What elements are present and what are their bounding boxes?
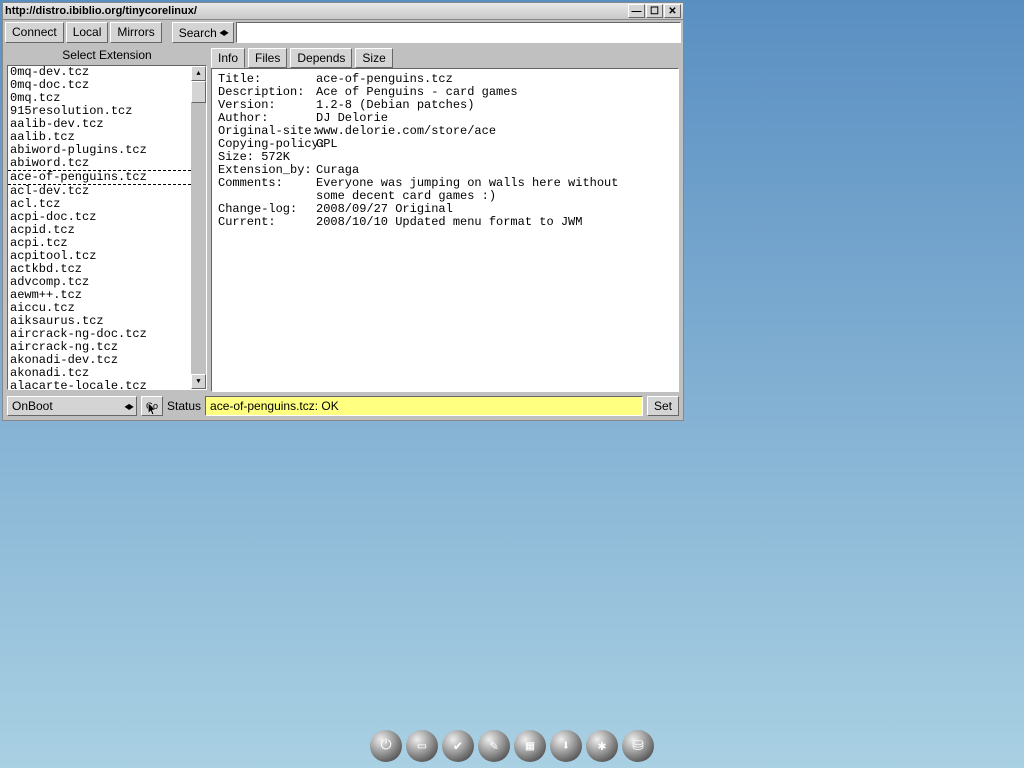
connect-button[interactable]: Connect: [5, 22, 64, 43]
terminal-icon[interactable]: ▭: [406, 730, 438, 762]
go-button[interactable]: Go: [141, 396, 163, 416]
info-panel: Title:ace-of-penguins.tczDescription:Ace…: [211, 68, 679, 392]
extension-item[interactable]: abiword.tcz: [8, 157, 191, 170]
info-value: 2008/10/10 Updated menu format to JWM: [316, 216, 582, 229]
set-button[interactable]: Set: [647, 396, 679, 416]
extension-list-header: Select Extension: [7, 45, 207, 65]
tab-size[interactable]: Size: [355, 48, 392, 68]
minimize-button[interactable]: —: [628, 4, 645, 18]
bottom-bar: OnBoot Go Status ace-of-penguins.tcz: OK…: [3, 392, 683, 420]
close-button[interactable]: ✕: [664, 4, 681, 18]
mount-icon[interactable]: ⛁: [622, 730, 654, 762]
toolbar: Connect Local Mirrors Search: [3, 20, 683, 45]
scroll-track[interactable]: [191, 81, 206, 374]
scroll-thumb[interactable]: [191, 81, 206, 103]
app-browser-window: http://distro.ibiblio.org/tinycorelinux/…: [2, 2, 684, 421]
scrollbar[interactable]: ▲ ▼: [191, 66, 206, 389]
info-value: www.delorie.com/store/ace: [316, 125, 496, 138]
onboot-dropdown[interactable]: OnBoot: [7, 396, 137, 416]
extension-item[interactable]: ace-of-penguins.tcz: [8, 170, 191, 185]
scroll-up-button[interactable]: ▲: [191, 66, 206, 81]
maximize-button[interactable]: ☐: [646, 4, 663, 18]
search-input[interactable]: [236, 22, 681, 43]
detail-tabs: InfoFilesDependsSize: [211, 45, 679, 68]
info-label: Comments:: [218, 177, 316, 190]
mirrors-button[interactable]: Mirrors: [110, 22, 161, 43]
details-pane: InfoFilesDependsSize Title:ace-of-pengui…: [211, 45, 679, 392]
window-titlebar[interactable]: http://distro.ibiblio.org/tinycorelinux/…: [3, 3, 683, 20]
dock: ⏻▭✔✎▦⬇✱⛁: [370, 730, 654, 762]
scroll-down-button[interactable]: ▼: [191, 374, 206, 389]
tab-info[interactable]: Info: [211, 48, 245, 68]
tab-files[interactable]: Files: [248, 48, 287, 68]
search-mode-dropdown[interactable]: Search: [172, 22, 234, 43]
tab-depends[interactable]: Depends: [290, 48, 352, 68]
info-label: Current:: [218, 216, 316, 229]
extension-listbox[interactable]: 0mq-dev.tcz0mq-doc.tcz0mq.tcz915resoluti…: [7, 65, 207, 390]
info-value: GPL: [316, 138, 338, 151]
extension-list-pane: Select Extension 0mq-dev.tcz0mq-doc.tcz0…: [7, 45, 207, 392]
apps-icon[interactable]: ⬇: [550, 730, 582, 762]
local-button[interactable]: Local: [66, 22, 109, 43]
status-label: Status: [167, 399, 201, 413]
run-icon[interactable]: ✱: [586, 730, 618, 762]
status-field: ace-of-penguins.tcz: OK: [205, 396, 643, 416]
cpanel-icon[interactable]: ▦: [514, 730, 546, 762]
exit-icon[interactable]: ⏻: [370, 730, 402, 762]
window-title: http://distro.ibiblio.org/tinycorelinux/: [5, 5, 627, 17]
editor-icon[interactable]: ✎: [478, 730, 510, 762]
tools-icon[interactable]: ✔: [442, 730, 474, 762]
extension-item[interactable]: alacarte-locale.tcz: [8, 380, 191, 389]
